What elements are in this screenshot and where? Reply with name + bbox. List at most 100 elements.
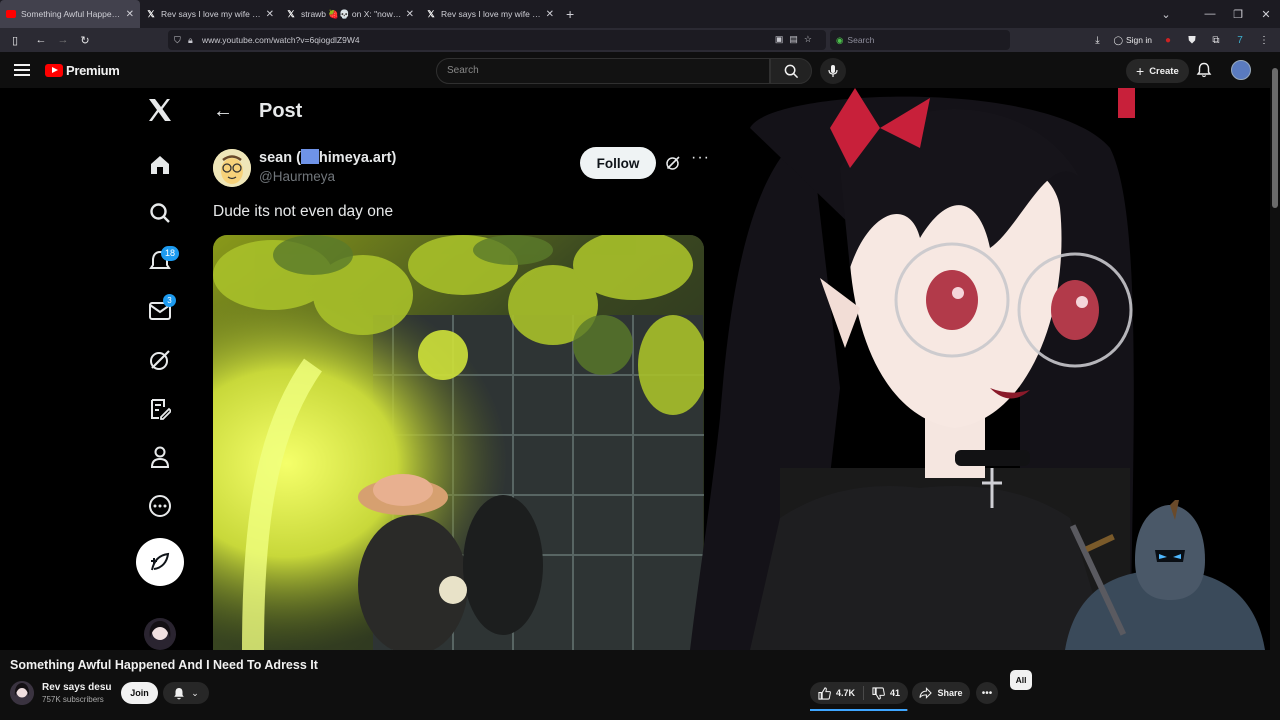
account-icon: ◯ bbox=[1113, 34, 1123, 45]
page-actions-icons[interactable]: ▣▤☆ bbox=[775, 34, 818, 45]
more-actions-button[interactable]: ••• bbox=[976, 682, 998, 704]
channel-avatar[interactable] bbox=[10, 681, 34, 705]
sign-in-button[interactable]: ◯ Sign in bbox=[1109, 35, 1156, 46]
author-name: sean (himeya.art) bbox=[259, 149, 397, 166]
subscriber-count: 757K subscribers bbox=[42, 695, 104, 704]
hamburger-menu-icon[interactable] bbox=[14, 61, 30, 79]
messages-badge: 3 bbox=[163, 294, 176, 307]
sidebar-toggle-icon[interactable]: ▯ bbox=[4, 29, 26, 51]
grok-icon bbox=[665, 155, 681, 176]
account-avatar[interactable] bbox=[1231, 60, 1251, 80]
post-text: Dude its not even day one bbox=[213, 203, 394, 220]
tab-title: Something Awful Happened An bbox=[21, 9, 122, 19]
x-icon: 𝕏 bbox=[427, 8, 435, 19]
browser-tab[interactable]: Something Awful Happened An ✕ bbox=[0, 0, 140, 28]
toolbar-right: ⤓ ◯ Sign in ● ⛊ ⧉ 7 ⋮ bbox=[1085, 28, 1276, 52]
lists-icon bbox=[136, 389, 184, 429]
page-scrollbar[interactable] bbox=[1270, 52, 1280, 720]
lock-icon: 🔒︎ bbox=[188, 34, 193, 45]
tab-list-icon[interactable]: ⌄ bbox=[1152, 8, 1180, 21]
more-circle-icon bbox=[136, 486, 184, 526]
plus-icon: + bbox=[1136, 63, 1145, 79]
notifications-icon: 18 bbox=[136, 242, 184, 282]
x-post-header: ← Post bbox=[213, 88, 713, 134]
menu-icon[interactable]: ⋮ bbox=[1252, 35, 1276, 46]
forward-icon[interactable]: → bbox=[52, 29, 74, 51]
x-account-avatar bbox=[144, 618, 176, 650]
dislike-button[interactable]: 41 bbox=[864, 682, 908, 704]
tab-title: strawb 🍓💀 on X: "now THIS bbox=[301, 8, 402, 19]
x-sidebar: 18 3 bbox=[136, 88, 184, 650]
notifications-bell-icon[interactable] bbox=[1196, 62, 1212, 78]
extension-translate-icon[interactable]: 7 bbox=[1228, 35, 1252, 46]
channel-name[interactable]: Rev says desu bbox=[42, 682, 112, 693]
minimize-icon[interactable]: — bbox=[1196, 8, 1224, 20]
video-player[interactable]: 18 3 ← Post sean (himeya.art) @Haurmeya… bbox=[0, 88, 1270, 650]
messages-icon: 3 bbox=[136, 291, 184, 331]
share-button[interactable]: Share bbox=[912, 682, 970, 704]
explore-search-icon bbox=[136, 193, 184, 233]
post-title: Post bbox=[259, 99, 303, 122]
browser-tab-bar: Something Awful Happened An ✕ 𝕏 Rev says… bbox=[0, 0, 1280, 28]
window-controls: ⌄ — ❐ ✕ bbox=[1152, 0, 1280, 28]
close-tab-icon[interactable]: ✕ bbox=[126, 9, 134, 20]
grok-icon bbox=[136, 340, 184, 380]
home-icon bbox=[136, 145, 184, 185]
close-tab-icon[interactable]: ✕ bbox=[406, 9, 414, 20]
like-dislike-group: 4.7K 41 bbox=[810, 682, 908, 704]
thumbs-up-icon bbox=[818, 686, 831, 700]
search-icon bbox=[784, 64, 798, 78]
close-tab-icon[interactable]: ✕ bbox=[266, 9, 274, 20]
download-icon[interactable]: ⤓ bbox=[1085, 35, 1109, 46]
youtube-logo[interactable]: Premium bbox=[45, 63, 120, 78]
browser-nav-bar: ▯ ← → ↻ ⛉ 🔒︎ www.youtube.com/watch?v=6qi… bbox=[0, 28, 1280, 52]
microphone-icon bbox=[828, 65, 838, 77]
restore-icon[interactable]: ❐ bbox=[1224, 8, 1252, 21]
channel-info: Rev says desu 757K subscribers bbox=[10, 680, 410, 706]
search-button[interactable] bbox=[770, 58, 812, 84]
video-title: Something Awful Happened And I Need To A… bbox=[10, 658, 318, 672]
create-button[interactable]: + Create bbox=[1126, 59, 1189, 83]
voice-search-button[interactable] bbox=[820, 58, 846, 84]
compose-post-icon bbox=[136, 538, 184, 586]
youtube-icon bbox=[6, 10, 16, 18]
extensions-icon[interactable]: ⧉ bbox=[1204, 35, 1228, 46]
close-tab-icon[interactable]: ✕ bbox=[546, 9, 554, 20]
author-handle: @Haurmeya bbox=[259, 169, 335, 184]
filter-chip-all[interactable]: All bbox=[1010, 670, 1032, 690]
url-bar[interactable]: ⛉ 🔒︎ www.youtube.com/watch?v=6qiogdlZ9W4… bbox=[168, 30, 826, 50]
like-button[interactable]: 4.7K bbox=[810, 682, 863, 704]
tab-title: Rev says I love my wife on X: "- bbox=[441, 9, 542, 19]
window-close-icon[interactable]: ✕ bbox=[1252, 8, 1280, 21]
thumbs-down-icon bbox=[872, 686, 885, 700]
browser-search-input[interactable]: ◉ Search bbox=[830, 30, 1010, 50]
bell-icon bbox=[174, 687, 185, 699]
post-author: sean (himeya.art) @Haurmeya Follow ··· bbox=[213, 147, 713, 189]
new-tab-icon[interactable]: + bbox=[566, 6, 574, 22]
browser-tab[interactable]: 𝕏 Rev says I love my wife (@Rev_s ✕ bbox=[140, 0, 280, 28]
back-icon[interactable]: ← bbox=[30, 29, 52, 51]
knight-avatar bbox=[1055, 495, 1270, 650]
profile-icon bbox=[136, 437, 184, 477]
post-image bbox=[213, 235, 704, 650]
x-logo-icon bbox=[136, 90, 184, 130]
extension-shield-icon[interactable]: ⛊ bbox=[1180, 35, 1204, 46]
extension-icon[interactable]: ● bbox=[1156, 35, 1180, 46]
browser-tab[interactable]: 𝕏 Rev says I love my wife on X: "- ✕ bbox=[420, 0, 560, 28]
join-button[interactable]: Join bbox=[121, 682, 158, 704]
shield-icon: ⛉ bbox=[174, 34, 181, 45]
browser-tab[interactable]: 𝕏 strawb 🍓💀 on X: "now THIS ✕ bbox=[280, 0, 420, 28]
notifications-badge: 18 bbox=[161, 246, 179, 261]
more-horizontal-icon: ••• bbox=[981, 687, 993, 699]
share-icon bbox=[919, 687, 933, 699]
follow-button: Follow bbox=[580, 147, 656, 179]
author-avatar bbox=[213, 149, 251, 187]
reload-icon[interactable]: ↻ bbox=[74, 29, 96, 51]
subscription-bell-button[interactable]: ⌄ bbox=[163, 682, 209, 704]
youtube-search-input[interactable]: Search bbox=[436, 58, 770, 84]
chevron-down-icon: ⌄ bbox=[191, 687, 199, 698]
redaction-block bbox=[300, 149, 319, 164]
url-text: www.youtube.com/watch?v=6qiogdlZ9W4 bbox=[202, 35, 360, 45]
youtube-play-icon bbox=[45, 64, 63, 77]
like-ratio-fill bbox=[810, 709, 908, 711]
